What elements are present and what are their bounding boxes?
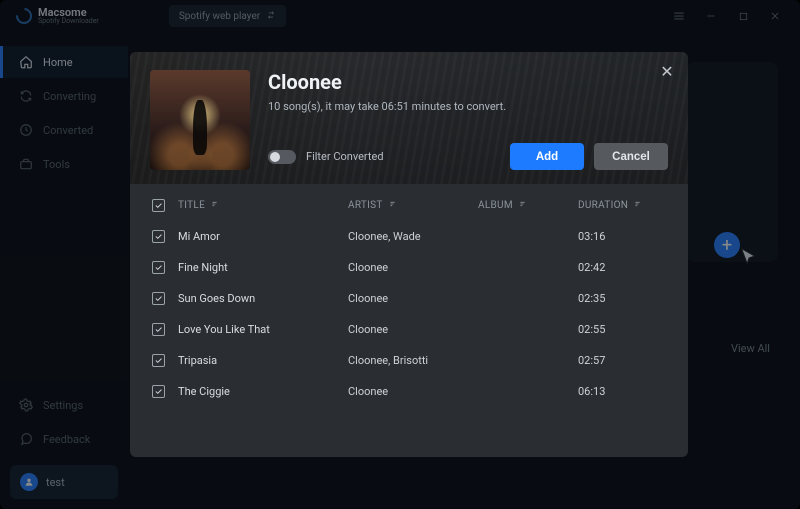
- col-duration[interactable]: DURATION: [578, 199, 680, 212]
- add-tracks-modal: ✕ Cloonee 10 song(s), it may take 06:51 …: [130, 52, 688, 457]
- cell-duration: 06:13: [578, 385, 680, 398]
- cell-duration: 02:55: [578, 323, 680, 336]
- cell-duration: 02:42: [578, 261, 680, 274]
- cell-title: Fine Night: [178, 261, 348, 274]
- table-row[interactable]: Mi AmorCloonee, Wade 03:16: [130, 221, 688, 252]
- sort-icon: [210, 199, 220, 212]
- cell-title: Mi Amor: [178, 230, 348, 243]
- cancel-button[interactable]: Cancel: [594, 143, 668, 170]
- sort-icon: [518, 199, 528, 212]
- modal-subtitle: 10 song(s), it may take 06:51 minutes to…: [268, 100, 668, 113]
- cell-artist: Cloonee: [348, 385, 478, 398]
- modal-header: Cloonee 10 song(s), it may take 06:51 mi…: [130, 52, 688, 184]
- cell-artist: Cloonee: [348, 261, 478, 274]
- tracks-table-header: TITLE ARTIST ALBUM DURATION: [130, 190, 688, 221]
- cell-duration: 02:35: [578, 292, 680, 305]
- table-row[interactable]: Love You Like ThatCloonee 02:55: [130, 314, 688, 345]
- table-row[interactable]: Sun Goes DownCloonee 02:35: [130, 283, 688, 314]
- cell-artist: Cloonee, Wade: [348, 230, 478, 243]
- col-album[interactable]: ALBUM: [478, 199, 578, 212]
- cell-title: The Ciggie: [178, 385, 348, 398]
- table-row[interactable]: TripasiaCloonee, Brisotti 02:57: [130, 345, 688, 376]
- tracks-table: TITLE ARTIST ALBUM DURATION Mi AmorCloon…: [130, 184, 688, 457]
- album-cover: [150, 70, 250, 170]
- row-checkbox[interactable]: [152, 354, 165, 367]
- cell-duration: 02:57: [578, 354, 680, 367]
- modal-close-button[interactable]: ✕: [656, 60, 678, 82]
- table-row[interactable]: Fine NightCloonee 02:42: [130, 252, 688, 283]
- cell-artist: Cloonee: [348, 323, 478, 336]
- cell-artist: Cloonee: [348, 292, 478, 305]
- sort-icon: [633, 199, 643, 212]
- cell-title: Love You Like That: [178, 323, 348, 336]
- select-all-checkbox[interactable]: [152, 199, 165, 212]
- table-row[interactable]: The CiggieCloonee 06:13: [130, 376, 688, 407]
- modal-title: Cloonee: [268, 70, 668, 94]
- row-checkbox[interactable]: [152, 261, 165, 274]
- cell-duration: 03:16: [578, 230, 680, 243]
- cell-title: Tripasia: [178, 354, 348, 367]
- app-window: Macsome Spotify Downloader Spotify web p…: [0, 0, 800, 509]
- filter-converted-label: Filter Converted: [306, 150, 384, 163]
- row-checkbox[interactable]: [152, 230, 165, 243]
- add-button[interactable]: Add: [510, 143, 584, 170]
- sort-icon: [388, 199, 398, 212]
- filter-converted-toggle[interactable]: [268, 150, 296, 164]
- cell-artist: Cloonee, Brisotti: [348, 354, 478, 367]
- cell-title: Sun Goes Down: [178, 292, 348, 305]
- row-checkbox[interactable]: [152, 385, 165, 398]
- col-artist[interactable]: ARTIST: [348, 199, 478, 212]
- row-checkbox[interactable]: [152, 323, 165, 336]
- col-title[interactable]: TITLE: [178, 199, 348, 212]
- row-checkbox[interactable]: [152, 292, 165, 305]
